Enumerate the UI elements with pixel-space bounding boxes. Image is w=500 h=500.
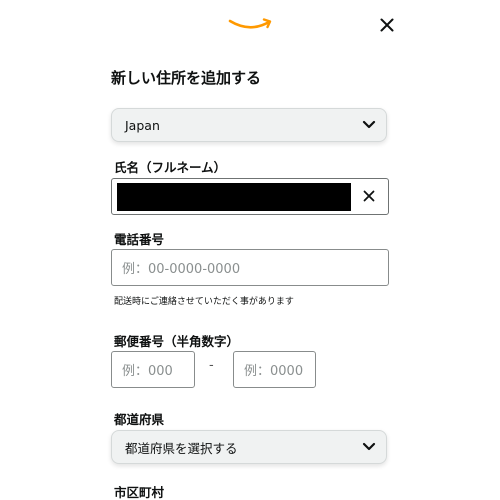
- postal-code-second-placeholder: 例：0000: [244, 364, 304, 379]
- chevron-down-icon: [362, 442, 376, 451]
- close-icon: [363, 190, 375, 202]
- phone-placeholder: 例：00-0000-0000: [122, 262, 241, 277]
- prefecture-select-value: 都道府県を選択する: [125, 440, 238, 456]
- page-title: 新しい住所を追加する: [111, 69, 262, 87]
- phone-hint: 配送時にご連絡させていただく事があります: [114, 297, 294, 307]
- postal-code-second-input[interactable]: 例：0000: [233, 351, 316, 388]
- name-input[interactable]: [111, 178, 389, 215]
- amazon-logo-icon: [228, 16, 274, 32]
- redacted-name-value: [117, 182, 351, 211]
- country-select[interactable]: Japan: [111, 108, 387, 142]
- phone-label: 電話番号: [114, 232, 165, 247]
- name-label: 氏名（フルネーム）: [114, 160, 227, 175]
- close-icon: [380, 18, 394, 32]
- country-select-value: Japan: [125, 117, 160, 133]
- postal-code-separator: -: [209, 358, 214, 373]
- chevron-down-icon: [362, 120, 376, 129]
- postal-code-first-placeholder: 例：000: [122, 364, 173, 379]
- clear-name-button[interactable]: [360, 187, 378, 205]
- close-button[interactable]: [376, 14, 398, 36]
- prefecture-select[interactable]: 都道府県を選択する: [111, 430, 387, 464]
- city-label: 市区町村: [114, 485, 165, 500]
- prefecture-label: 都道府県: [114, 412, 165, 427]
- postal-code-first-input[interactable]: 例：000: [111, 351, 195, 388]
- add-address-page: 新しい住所を追加する Japan 氏名（フルネーム） 電話番号 例：00-000…: [0, 0, 500, 500]
- postal-code-label: 郵便番号（半角数字）: [114, 334, 240, 349]
- phone-input[interactable]: 例：00-0000-0000: [111, 249, 389, 286]
